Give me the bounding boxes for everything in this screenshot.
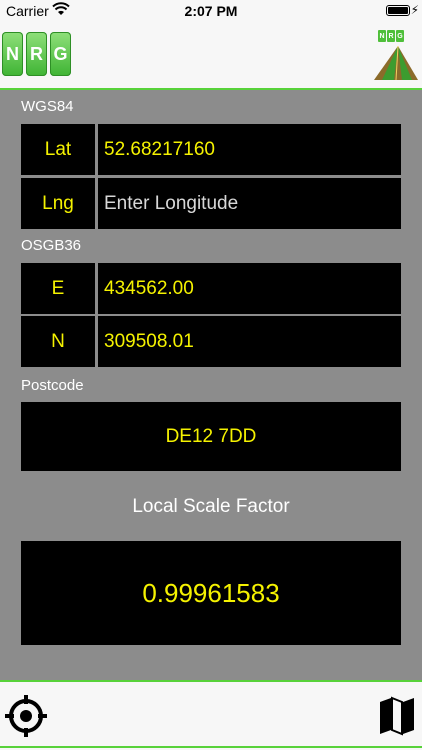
northing-row: N bbox=[21, 316, 401, 367]
logo-letter: G bbox=[50, 32, 71, 76]
lng-label: Lng bbox=[21, 178, 95, 229]
battery-icon bbox=[386, 5, 410, 16]
charging-icon: ⚡ bbox=[410, 3, 419, 17]
footer-accent-line bbox=[0, 746, 422, 748]
bottom-toolbar bbox=[0, 680, 422, 750]
lng-input[interactable] bbox=[98, 178, 401, 229]
scale-factor-label: Local Scale Factor bbox=[132, 496, 290, 517]
logo-letter: R bbox=[26, 32, 47, 76]
nrg-road-logo: N R G bbox=[372, 28, 420, 82]
postcode-value: DE12 7DD bbox=[165, 425, 257, 447]
osgb36-section-label: OSGB36 bbox=[21, 237, 82, 254]
lat-row: Lat bbox=[21, 124, 401, 175]
easting-label: E bbox=[21, 263, 95, 314]
lat-label: Lat bbox=[21, 124, 95, 175]
wgs84-section-label: WGS84 bbox=[21, 98, 74, 115]
postcode-section-label: Postcode bbox=[21, 377, 84, 394]
map-icon[interactable] bbox=[378, 696, 416, 736]
nrg-logo: N R G bbox=[2, 32, 71, 76]
lat-input[interactable] bbox=[98, 124, 401, 175]
scale-factor-value: 0.99961583 bbox=[142, 577, 280, 608]
road-icon bbox=[374, 45, 418, 81]
easting-row: E bbox=[21, 263, 401, 314]
scale-factor-display: 0.99961583 bbox=[21, 541, 401, 645]
logo-letter: N bbox=[2, 32, 23, 76]
app-header: N R G N R G bbox=[0, 22, 422, 90]
postcode-field[interactable]: DE12 7DD bbox=[21, 402, 401, 471]
clock: 2:07 PM bbox=[184, 3, 238, 19]
northing-label: N bbox=[21, 316, 95, 367]
northing-input[interactable] bbox=[98, 316, 401, 367]
easting-input[interactable] bbox=[98, 263, 401, 314]
crosshair-icon[interactable] bbox=[4, 694, 48, 738]
status-bar: Carrier 2:07 PM ⚡ bbox=[0, 0, 422, 22]
lng-row: Lng bbox=[21, 178, 401, 229]
